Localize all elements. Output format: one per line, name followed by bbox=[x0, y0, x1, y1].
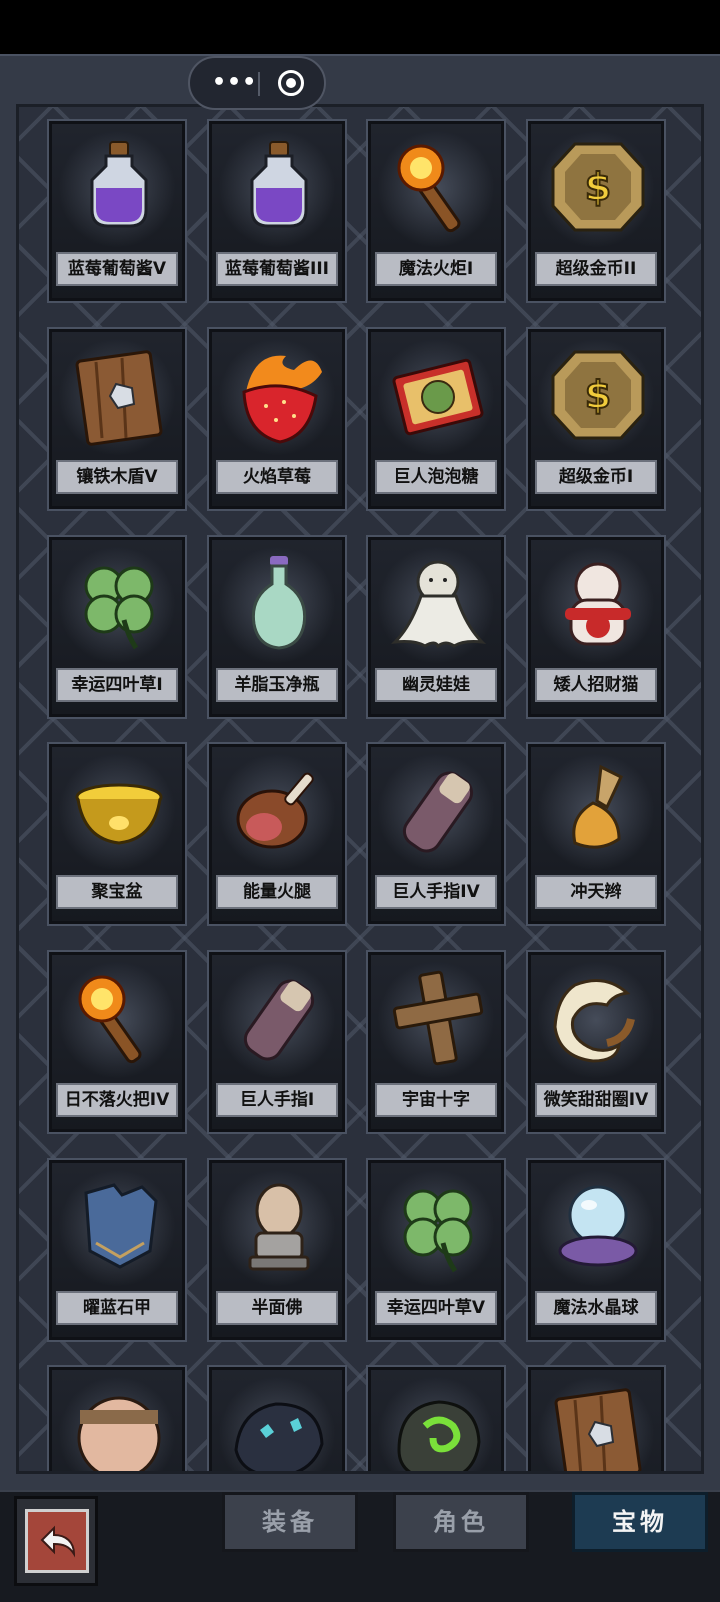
treasure-item[interactable]: 魔法火炬I bbox=[368, 121, 504, 301]
item-label: 镶铁木盾V bbox=[56, 460, 178, 494]
treasure-item[interactable]: 曜蓝石甲 bbox=[49, 1160, 185, 1340]
four-leaf-clover-icon bbox=[66, 550, 172, 656]
potion-icon bbox=[66, 134, 172, 240]
wooden-shield-icon bbox=[66, 342, 172, 448]
item-label: 曜蓝石甲 bbox=[56, 1291, 178, 1325]
item-label: 魔法水晶球 bbox=[535, 1291, 657, 1325]
bubblegum-box-icon bbox=[385, 342, 491, 448]
treasure-item[interactable]: 蓝莓葡萄酱V bbox=[49, 121, 185, 301]
treasure-item[interactable]: 微笑甜甜圈IV bbox=[528, 952, 664, 1132]
mini-program-capsule: ••• bbox=[188, 56, 326, 110]
treasure-panel: 蓝莓葡萄酱V 蓝莓葡萄酱III 魔法火炬I $ 超级金币II 镶铁木盾V 火焰草莓… bbox=[16, 104, 704, 1474]
item-label: 魔法火炬I bbox=[375, 252, 497, 286]
status-bar bbox=[0, 0, 720, 54]
item-label: 日不落火把IV bbox=[56, 1083, 178, 1117]
item-label: 聚宝盆 bbox=[56, 875, 178, 909]
treasure-item[interactable] bbox=[528, 1367, 664, 1471]
lucky-cat-icon bbox=[545, 550, 651, 656]
crystal-ore-icon bbox=[226, 1380, 332, 1471]
svg-text:$: $ bbox=[585, 373, 611, 417]
item-label: 蓝莓葡萄酱V bbox=[56, 252, 178, 286]
item-label: 能量火腿 bbox=[216, 875, 338, 909]
more-dots-icon[interactable]: ••• bbox=[212, 72, 257, 94]
treasure-item[interactable]: 巨人手指IV bbox=[368, 744, 504, 924]
treasure-bowl-icon bbox=[66, 757, 172, 863]
item-label: 巨人手指I bbox=[216, 1083, 338, 1117]
target-icon[interactable] bbox=[278, 70, 304, 96]
gold-coin-icon: $ bbox=[545, 134, 651, 240]
back-button[interactable] bbox=[14, 1496, 98, 1586]
item-label: 矮人招财猫 bbox=[535, 668, 657, 702]
ham-icon bbox=[226, 757, 332, 863]
item-label: 羊脂玉净瓶 bbox=[216, 668, 338, 702]
treasure-item[interactable]: 聚宝盆 bbox=[49, 744, 185, 924]
stone-armor-icon bbox=[66, 1173, 172, 1279]
capsule-divider bbox=[258, 72, 260, 96]
bandaged-head-icon bbox=[66, 1380, 172, 1471]
treasure-item[interactable]: $ 超级金币II bbox=[528, 121, 664, 301]
treasure-item[interactable] bbox=[368, 1367, 504, 1471]
treasure-item[interactable] bbox=[49, 1367, 185, 1471]
treasure-item[interactable]: 能量火腿 bbox=[209, 744, 345, 924]
buddha-bust-icon bbox=[226, 1173, 332, 1279]
item-label: 超级金币I bbox=[535, 460, 657, 494]
torch-icon bbox=[66, 965, 172, 1071]
svg-text:$: $ bbox=[585, 165, 611, 209]
green-rune-stone-icon bbox=[385, 1380, 491, 1471]
treasure-item[interactable]: 宇宙十字 bbox=[368, 952, 504, 1132]
giant-finger-icon bbox=[226, 965, 332, 1071]
item-label: 蓝莓葡萄酱III bbox=[216, 252, 338, 286]
item-label: 幽灵娃娃 bbox=[375, 668, 497, 702]
giant-finger-icon bbox=[385, 757, 491, 863]
item-label: 微笑甜甜圈IV bbox=[535, 1083, 657, 1117]
treasure-item[interactable]: 半面佛 bbox=[209, 1160, 345, 1340]
treasure-item[interactable]: 镶铁木盾V bbox=[49, 329, 185, 509]
item-label: 宇宙十字 bbox=[375, 1083, 497, 1117]
item-label: 冲天辫 bbox=[535, 875, 657, 909]
potion-icon bbox=[226, 134, 332, 240]
item-label: 巨人泡泡糖 bbox=[375, 460, 497, 494]
jade-vase-icon bbox=[226, 550, 332, 656]
treasure-item[interactable] bbox=[209, 1367, 345, 1471]
pigtail-icon bbox=[545, 757, 651, 863]
torch-icon bbox=[385, 134, 491, 240]
item-label: 幸运四叶草I bbox=[56, 668, 178, 702]
treasure-item[interactable]: 魔法水晶球 bbox=[528, 1160, 664, 1340]
item-label: 半面佛 bbox=[216, 1291, 338, 1325]
item-label: 幸运四叶草V bbox=[375, 1291, 497, 1325]
treasure-item[interactable]: 日不落火把IV bbox=[49, 952, 185, 1132]
treasure-item[interactable]: 幸运四叶草I bbox=[49, 537, 185, 717]
treasure-item[interactable]: 冲天辫 bbox=[528, 744, 664, 924]
treasure-item[interactable]: 矮人招财猫 bbox=[528, 537, 664, 717]
treasure-item[interactable]: 羊脂玉净瓶 bbox=[209, 537, 345, 717]
four-leaf-clover-icon bbox=[385, 1173, 491, 1279]
treasure-item[interactable]: 幽灵娃娃 bbox=[368, 537, 504, 717]
treasure-item[interactable]: 巨人泡泡糖 bbox=[368, 329, 504, 509]
treasure-item[interactable]: 蓝莓葡萄酱III bbox=[209, 121, 345, 301]
ghost-doll-icon bbox=[385, 550, 491, 656]
back-arrow-icon bbox=[25, 1509, 89, 1573]
gold-coin-icon: $ bbox=[545, 342, 651, 448]
treasure-item[interactable]: $ 超级金币I bbox=[528, 329, 664, 509]
donut-icon bbox=[545, 965, 651, 1071]
wooden-cross-icon bbox=[385, 965, 491, 1071]
item-label: 超级金币II bbox=[535, 252, 657, 286]
tab-treasures[interactable]: 宝物 bbox=[572, 1492, 708, 1552]
treasure-item[interactable]: 火焰草莓 bbox=[209, 329, 345, 509]
crystal-ball-icon bbox=[545, 1173, 651, 1279]
item-label: 火焰草莓 bbox=[216, 460, 338, 494]
wooden-shield-icon bbox=[545, 1380, 651, 1471]
treasure-item[interactable]: 幸运四叶草V bbox=[368, 1160, 504, 1340]
fire-strawberry-icon bbox=[226, 342, 332, 448]
item-label: 巨人手指IV bbox=[375, 875, 497, 909]
tab-characters[interactable]: 角色 bbox=[393, 1492, 529, 1552]
treasure-item[interactable]: 巨人手指I bbox=[209, 952, 345, 1132]
tab-equipment[interactable]: 装备 bbox=[222, 1492, 358, 1552]
